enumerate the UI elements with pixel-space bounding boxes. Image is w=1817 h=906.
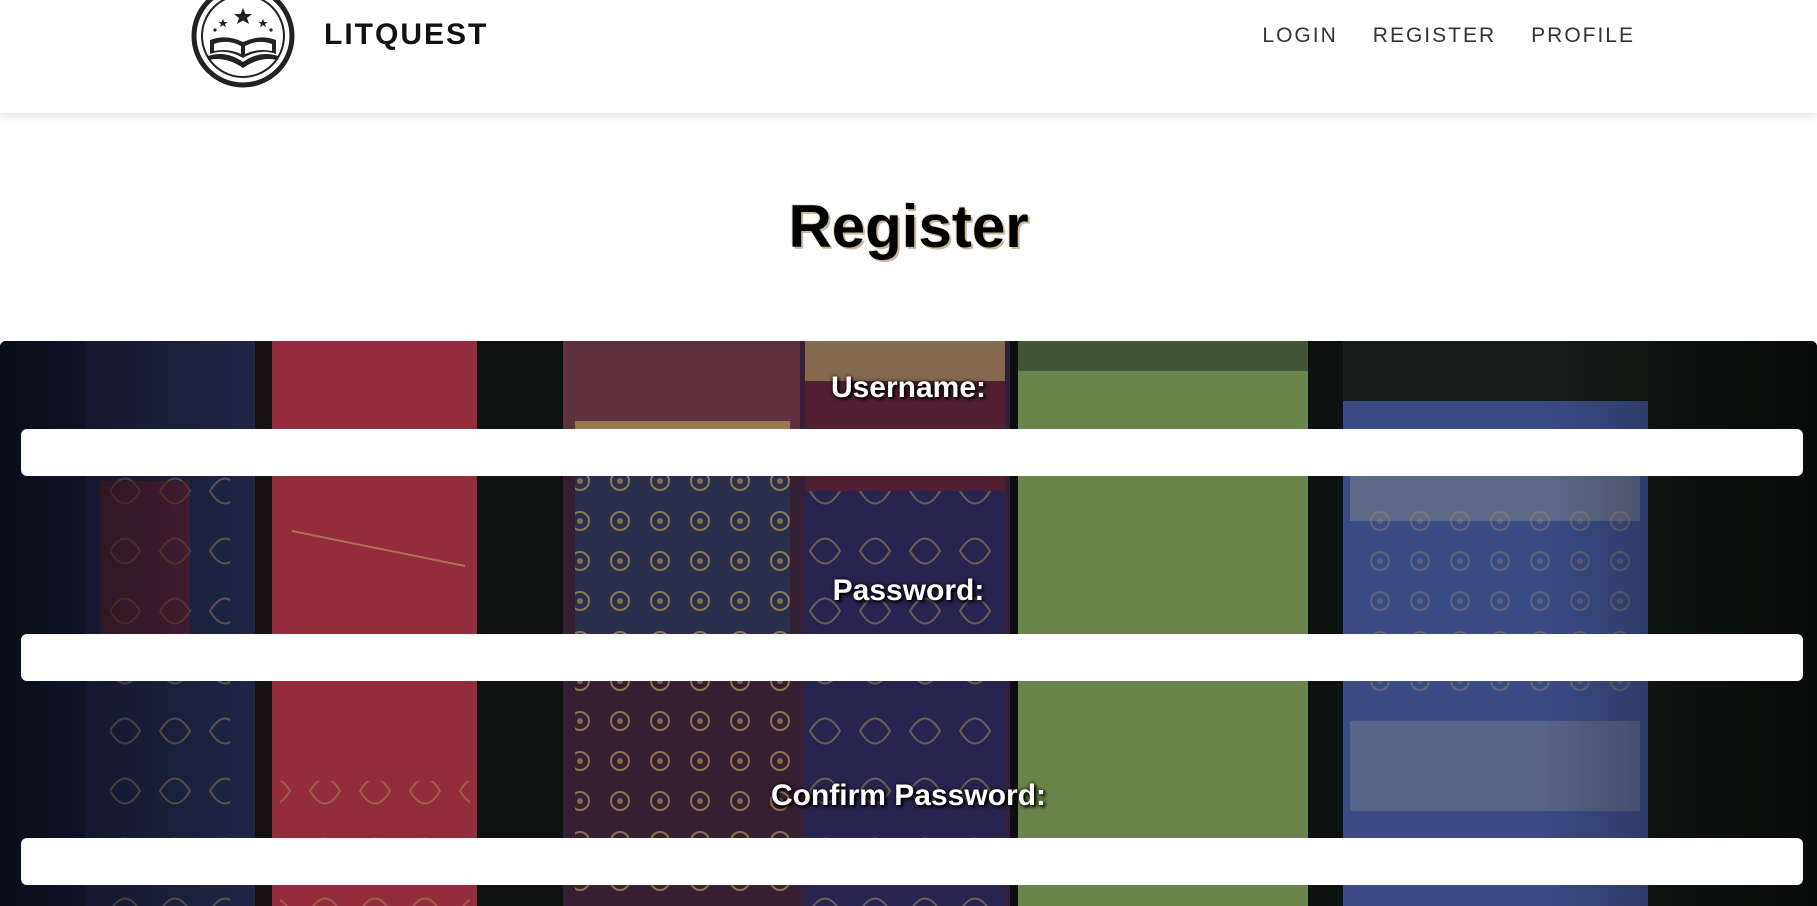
litquest-logo[interactable] bbox=[190, 0, 296, 89]
nav-login-link[interactable]: LOGIN bbox=[1262, 24, 1337, 48]
username-input[interactable] bbox=[21, 429, 1803, 476]
nav-profile-link[interactable]: PROFILE bbox=[1531, 24, 1635, 48]
top-navbar: LITQUEST LOGIN REGISTER PROFILE bbox=[0, 0, 1817, 113]
brand-name[interactable]: LITQUEST bbox=[324, 18, 488, 52]
register-form: Username: Password: Confirm Password: bbox=[0, 341, 1817, 906]
password-label: Password: bbox=[832, 574, 985, 607]
username-label: Username: bbox=[830, 371, 987, 404]
confirm-password-label: Confirm Password: bbox=[770, 779, 1047, 812]
page-title: Register bbox=[788, 193, 1029, 260]
book-spines-background-image bbox=[0, 341, 1817, 906]
password-input[interactable] bbox=[21, 634, 1803, 681]
confirm-password-input[interactable] bbox=[21, 838, 1803, 885]
main-nav: LOGIN REGISTER PROFILE bbox=[1262, 24, 1635, 48]
nav-register-link[interactable]: REGISTER bbox=[1373, 24, 1496, 48]
